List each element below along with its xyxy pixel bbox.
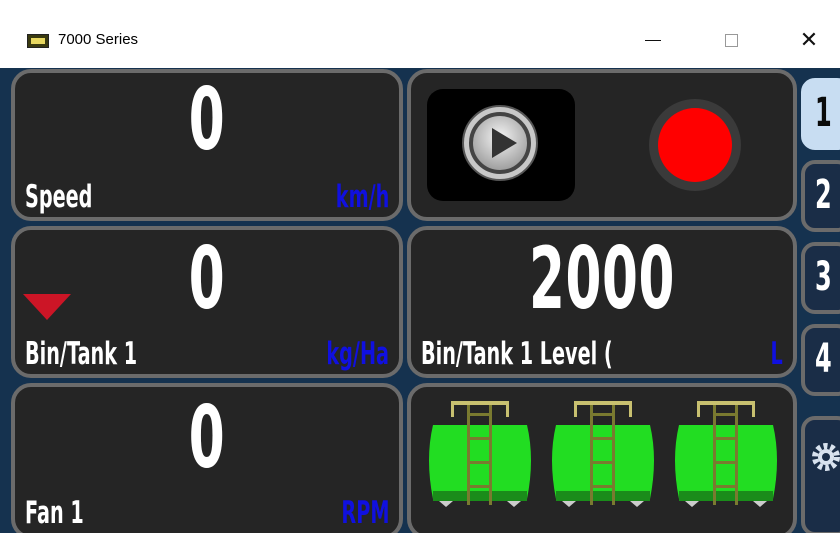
window-titlebar: 7000 Series ✕ (0, 0, 840, 68)
tab-page-2[interactable]: 2 (801, 160, 840, 232)
fan-unit: RPM (340, 495, 389, 531)
bin-tank-rate-value: 0 (188, 229, 226, 329)
play-button[interactable] (427, 89, 575, 201)
record-icon (658, 108, 732, 182)
tank-levels-tile[interactable] (407, 383, 797, 533)
app-icon (27, 34, 49, 48)
bin-tank-level-tile[interactable]: 2000 Bin/Tank 1 Level ( L (407, 226, 797, 378)
bin-tank-rate-unit: kg/Ha (326, 336, 389, 372)
maximize-icon (724, 33, 738, 47)
recording-controls-tile (407, 69, 797, 221)
speed-unit: km/h (335, 179, 389, 215)
bin-tank-level-label: Bin/Tank 1 Level ( (421, 336, 613, 372)
window-title: 7000 Series (58, 31, 139, 48)
bin-tank-rate-tile[interactable]: 0 Bin/Tank 1 kg/Ha (11, 226, 403, 378)
tank-3-icon (675, 401, 777, 507)
minimize-icon (645, 39, 661, 41)
speed-tile[interactable]: 0 Speed km/h (11, 69, 403, 221)
bin-tank-level-value: 2000 (528, 229, 676, 329)
tank-2-icon (552, 401, 654, 507)
minimize-button[interactable] (630, 22, 676, 58)
rate-alarm-triangle-icon (23, 294, 71, 320)
tab-page-3[interactable]: 3 (801, 242, 840, 314)
close-button[interactable]: ✕ (786, 22, 832, 58)
fan-label: Fan 1 (25, 495, 84, 531)
maximize-button[interactable] (708, 22, 754, 58)
close-icon: ✕ (799, 27, 819, 53)
dashboard: 0 Speed km/h 0 Bin/Tank 1 kg/Ha 2000 Bin… (0, 68, 840, 533)
fan-tile[interactable]: 0 Fan 1 RPM (11, 383, 403, 533)
bin-tank-rate-label: Bin/Tank 1 (25, 336, 138, 372)
tab-settings[interactable] (801, 416, 840, 533)
page-tabs: 1 2 3 4 (801, 68, 840, 533)
play-icon (462, 105, 538, 181)
record-button[interactable] (649, 99, 741, 191)
tab-page-4[interactable]: 4 (801, 324, 840, 396)
fan-value: 0 (188, 388, 226, 488)
speed-value: 0 (188, 70, 226, 170)
speed-label: Speed (25, 179, 93, 215)
tab-page-1[interactable]: 1 (801, 78, 840, 150)
tank-1-icon (429, 401, 531, 507)
gear-icon (812, 443, 840, 471)
bin-tank-level-unit: L (770, 336, 783, 372)
